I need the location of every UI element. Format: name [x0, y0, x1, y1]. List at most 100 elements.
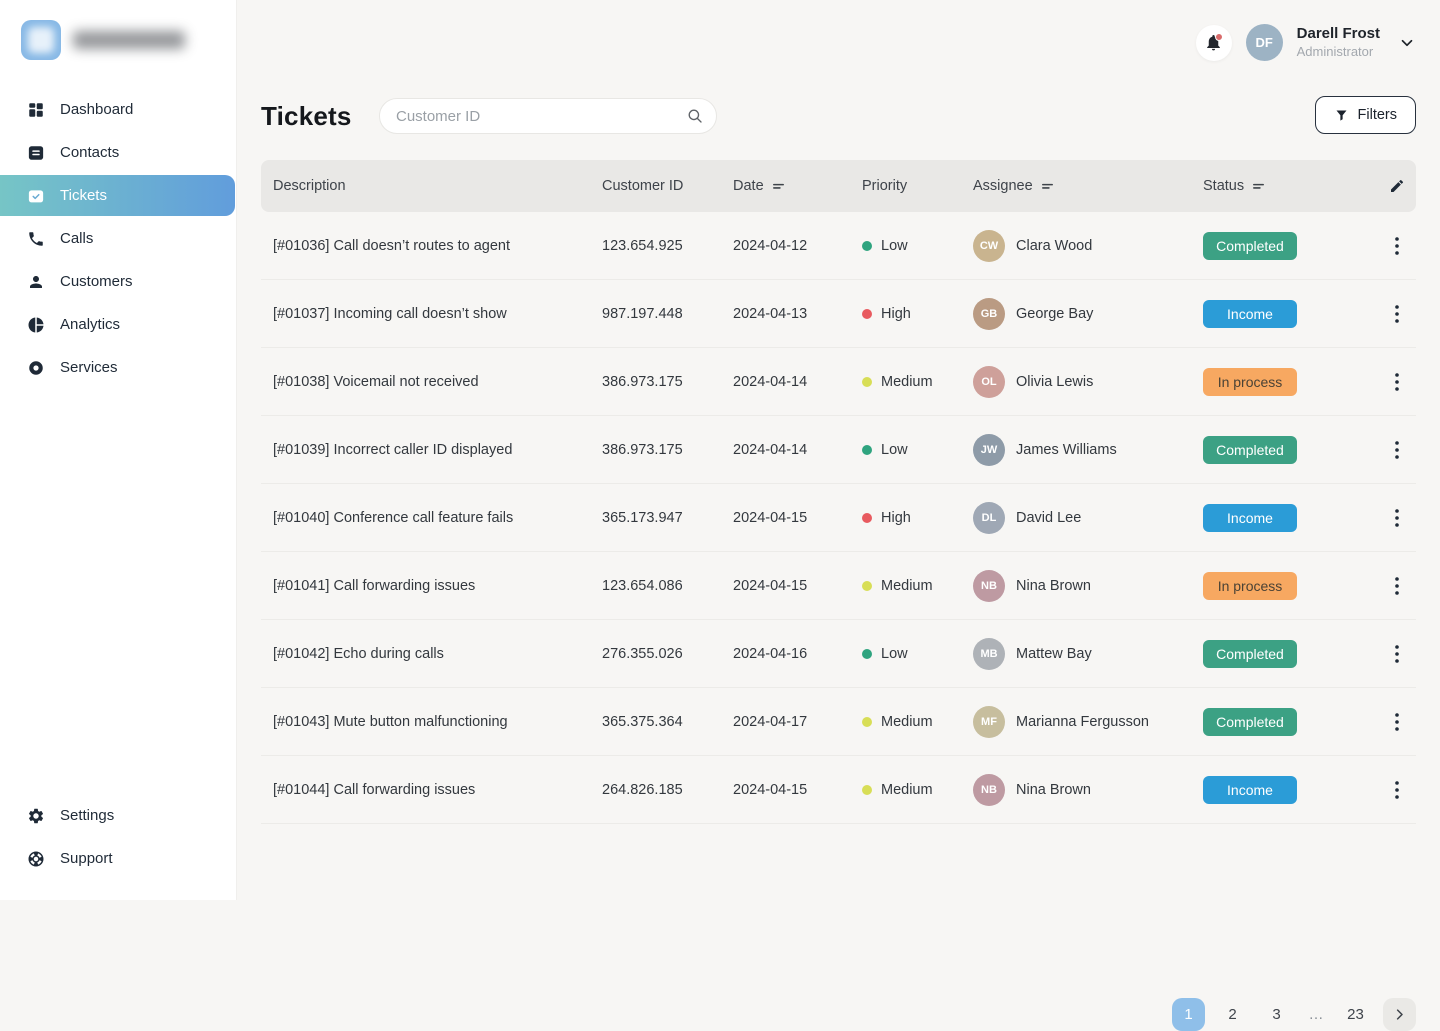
user-name: Darell Frost	[1297, 25, 1380, 44]
pagination-page-3[interactable]: 3	[1260, 998, 1293, 1031]
ticket-status: Completed	[1203, 232, 1377, 260]
pagination-next-button[interactable]	[1383, 998, 1416, 1031]
sidebar-item-label: Support	[60, 850, 113, 867]
lifebuoy-icon	[27, 850, 45, 868]
user-menu-toggle[interactable]	[1398, 34, 1416, 52]
ticket-date: 2024-04-15	[733, 782, 862, 798]
user-avatar[interactable]: DF	[1246, 24, 1283, 61]
logo-icon	[21, 20, 61, 60]
gear-icon	[27, 807, 45, 825]
ticket-status: Income	[1203, 504, 1377, 532]
assignee-avatar: MB	[973, 638, 1005, 670]
row-menu-button[interactable]	[1387, 642, 1407, 666]
status-badge: In process	[1203, 572, 1297, 600]
ticket-date: 2024-04-14	[733, 442, 862, 458]
row-actions	[1377, 506, 1416, 530]
ticket-date: 2024-04-13	[733, 306, 862, 322]
priority-label: Low	[881, 646, 908, 662]
priority-label: Medium	[881, 782, 933, 798]
table-row: [#01038] Voicemail not received386.973.1…	[261, 348, 1416, 416]
column-header-assignee[interactable]: Assignee	[973, 178, 1203, 194]
priority-dot	[862, 377, 872, 387]
ticket-status: Income	[1203, 300, 1377, 328]
priority-dot	[862, 445, 872, 455]
row-menu-button[interactable]	[1387, 370, 1407, 394]
row-menu-button[interactable]	[1387, 574, 1407, 598]
ticket-customer-id: 365.375.364	[602, 714, 733, 730]
sidebar-item-support[interactable]: Support	[0, 837, 236, 880]
column-header-priority: Priority	[862, 178, 973, 194]
priority-dot	[862, 581, 872, 591]
table-row: [#01041] Call forwarding issues123.654.0…	[261, 552, 1416, 620]
kebab-icon	[1395, 509, 1399, 527]
sidebar-item-label: Calls	[60, 230, 93, 247]
search-box	[379, 98, 717, 134]
row-actions	[1377, 642, 1416, 666]
ticket-customer-id: 386.973.175	[602, 442, 733, 458]
ticket-description: [#01041] Call forwarding issues	[261, 578, 602, 594]
sidebar-footer-nav: Settings Support	[0, 794, 236, 880]
pencil-icon	[1389, 178, 1405, 194]
table-row: [#01042] Echo during calls276.355.026202…	[261, 620, 1416, 688]
kebab-icon	[1395, 373, 1399, 391]
sidebar-item-calls[interactable]: Calls	[0, 217, 236, 260]
sidebar-item-customers[interactable]: Customers	[0, 260, 236, 303]
pagination-page-2[interactable]: 2	[1216, 998, 1249, 1031]
user-meta: Darell Frost Administrator	[1297, 25, 1380, 60]
ticket-assignee: MFMarianna Fergusson	[973, 706, 1203, 738]
sidebar-item-settings[interactable]: Settings	[0, 794, 236, 837]
table-row: [#01040] Conference call feature fails36…	[261, 484, 1416, 552]
notifications-button[interactable]	[1196, 25, 1232, 61]
edit-columns-button[interactable]	[1377, 178, 1416, 194]
row-menu-button[interactable]	[1387, 302, 1407, 326]
sidebar-item-dashboard[interactable]: Dashboard	[0, 88, 236, 131]
status-badge: Income	[1203, 776, 1297, 804]
assignee-name: Nina Brown	[1016, 782, 1091, 798]
ticket-assignee: MB Mattew Bay	[973, 638, 1203, 670]
assignee-name: Mattew Bay	[1016, 646, 1092, 662]
ticket-priority: Medium	[862, 578, 973, 594]
sidebar-item-services[interactable]: Services	[0, 346, 236, 389]
column-header-date[interactable]: Date	[733, 178, 862, 194]
filters-button[interactable]: Filters	[1315, 96, 1416, 134]
sidebar-item-contacts[interactable]: Contacts	[0, 131, 236, 174]
ticket-priority: Low	[862, 442, 973, 458]
ticket-description: [#01043] Mute button malfunctioning	[261, 714, 602, 730]
pagination-page-1[interactable]: 1	[1172, 998, 1205, 1031]
row-menu-button[interactable]	[1387, 710, 1407, 734]
ticket-status: In process	[1203, 572, 1377, 600]
row-menu-button[interactable]	[1387, 234, 1407, 258]
row-menu-button[interactable]	[1387, 438, 1407, 462]
kebab-icon	[1395, 237, 1399, 255]
priority-dot	[862, 649, 872, 659]
ticket-assignee: NB Nina Brown	[973, 774, 1203, 806]
ticket-date: 2024-04-15	[733, 510, 862, 526]
table-row: [#01036] Call doesn’t routes to agent123…	[261, 212, 1416, 280]
assignee-avatar: NB	[973, 570, 1005, 602]
column-header-status[interactable]: Status	[1203, 178, 1377, 194]
row-menu-button[interactable]	[1387, 778, 1407, 802]
status-badge: Income	[1203, 504, 1297, 532]
ticket-customer-id: 123.654.925	[602, 238, 733, 254]
priority-label: Medium	[881, 578, 933, 594]
sidebar-item-tickets[interactable]: Tickets	[0, 175, 235, 216]
search-input[interactable]	[379, 98, 717, 134]
search-icon[interactable]	[686, 107, 704, 125]
ticket-description: [#01038] Voicemail not received	[261, 374, 602, 390]
priority-label: High	[881, 306, 911, 322]
assignee-avatar: DL	[973, 502, 1005, 534]
sort-icon	[1251, 179, 1266, 194]
column-header-description: Description	[261, 178, 602, 194]
priority-label: Low	[881, 442, 908, 458]
sidebar-item-analytics[interactable]: Analytics	[0, 303, 236, 346]
assignee-avatar: GB	[973, 298, 1005, 330]
row-menu-button[interactable]	[1387, 506, 1407, 530]
assignee-avatar: NB	[973, 774, 1005, 806]
ticket-description: [#01039] Incorrect caller ID displayed	[261, 442, 602, 458]
pagination-page-23[interactable]: 23	[1339, 998, 1372, 1031]
page-title: Tickets	[261, 101, 352, 132]
ticket-priority: Low	[862, 646, 973, 662]
priority-dot	[862, 717, 872, 727]
priority-dot	[862, 241, 872, 251]
assignee-name: George Bay	[1016, 306, 1093, 322]
